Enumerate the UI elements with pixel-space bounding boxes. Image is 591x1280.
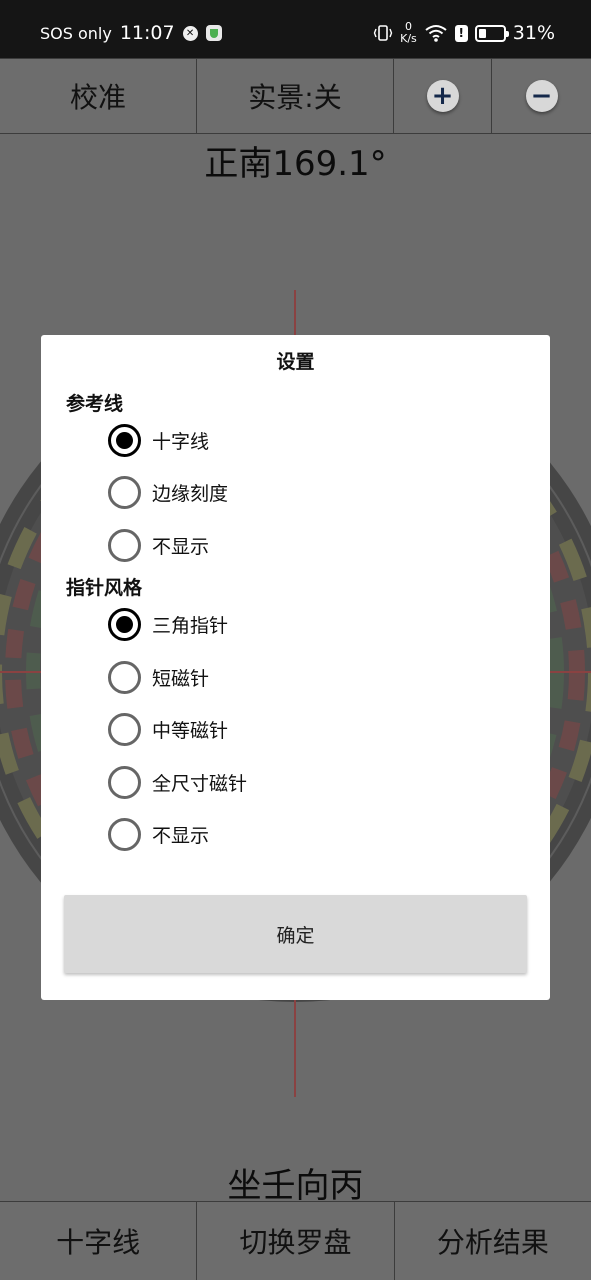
network-speed: 0 K/s <box>400 21 417 45</box>
bottom-toolbar: 十字线 切换罗盘 分析结果 <box>0 1201 591 1280</box>
heading-readout: 正南169.1° <box>204 144 387 184</box>
sitting-direction: 坐壬向丙 <box>227 1166 364 1206</box>
calibrate-label: 校准 <box>69 81 126 114</box>
radio-unselected[interactable] <box>108 712 141 746</box>
reference-option-hidden[interactable]: 不显示 <box>108 527 209 563</box>
notification-close-icon: ✕ <box>182 25 198 41</box>
pointer-option-short-needle[interactable]: 短磁针 <box>108 659 209 695</box>
vibrate-icon <box>373 25 393 41</box>
switch-compass-label: 切换罗盘 <box>239 1226 352 1259</box>
live-view-toggle-button[interactable]: 实景:关 <box>197 59 394 133</box>
crosshair-label: 十字线 <box>56 1226 141 1259</box>
live-view-label: 实景:关 <box>248 81 342 114</box>
radio-unselected[interactable] <box>108 528 141 562</box>
clock: 11:07 <box>119 22 175 44</box>
battery-fill <box>478 28 486 38</box>
radio-unselected[interactable] <box>108 475 141 509</box>
pointer-option-full-needle[interactable]: 全尺寸磁针 <box>108 764 247 800</box>
option-label: 全尺寸磁针 <box>152 772 248 795</box>
option-label: 边缘刻度 <box>152 482 229 505</box>
pointer-style-section-title: 指针风格 <box>66 577 143 599</box>
alert-icon: ! <box>454 24 468 42</box>
analysis-result-button[interactable]: 分析结果 <box>395 1202 591 1280</box>
analysis-result-label: 分析结果 <box>436 1226 549 1259</box>
pointer-option-hidden[interactable]: 不显示 <box>108 816 209 852</box>
zoom-out-button[interactable]: − <box>492 59 591 133</box>
option-label: 中等磁针 <box>152 719 229 742</box>
carrier-text: SOS only <box>40 23 112 43</box>
switch-compass-button[interactable]: 切换罗盘 <box>197 1202 395 1280</box>
calibrate-button[interactable]: 校准 <box>0 59 197 133</box>
top-toolbar: 校准 实景:关 + − <box>0 58 591 134</box>
reference-option-crosshair[interactable]: 十字线 <box>108 422 209 458</box>
radio-unselected[interactable] <box>108 660 141 694</box>
minus-icon: − <box>525 80 558 112</box>
zoom-in-button[interactable]: + <box>394 59 492 133</box>
confirm-button[interactable]: 确定 <box>64 895 527 973</box>
status-bar: SOS only 11:07 ✕ 0 K/s ! 31% <box>0 0 591 58</box>
option-label: 三角指针 <box>152 614 229 637</box>
option-label: 不显示 <box>152 824 210 847</box>
radio-selected[interactable] <box>108 423 141 457</box>
reference-option-edge-scale[interactable]: 边缘刻度 <box>108 474 228 510</box>
settings-dialog: 设置 参考线 十字线 边缘刻度 不显示 指针风格 三角指针 短磁针 中等磁针 全… <box>41 335 550 1000</box>
pointer-option-medium-needle[interactable]: 中等磁针 <box>108 711 228 747</box>
radio-unselected[interactable] <box>108 765 141 799</box>
network-speed-unit: K/s <box>400 32 417 45</box>
crosshair-button[interactable]: 十字线 <box>0 1202 198 1280</box>
confirm-label: 确定 <box>276 924 315 947</box>
pointer-option-triangle[interactable]: 三角指针 <box>108 606 228 642</box>
security-shield-icon <box>205 25 222 41</box>
radio-selected[interactable] <box>108 607 141 641</box>
wifi-icon <box>425 25 447 42</box>
option-label: 十字线 <box>152 430 210 453</box>
battery-percent: 31% <box>512 22 555 44</box>
radio-unselected[interactable] <box>108 817 141 851</box>
dialog-title: 设置 <box>276 351 315 373</box>
option-label: 短磁针 <box>152 667 210 690</box>
plus-icon: + <box>426 80 459 112</box>
reference-line-section-title: 参考线 <box>66 393 124 415</box>
battery-icon <box>474 24 509 42</box>
option-label: 不显示 <box>152 535 210 558</box>
